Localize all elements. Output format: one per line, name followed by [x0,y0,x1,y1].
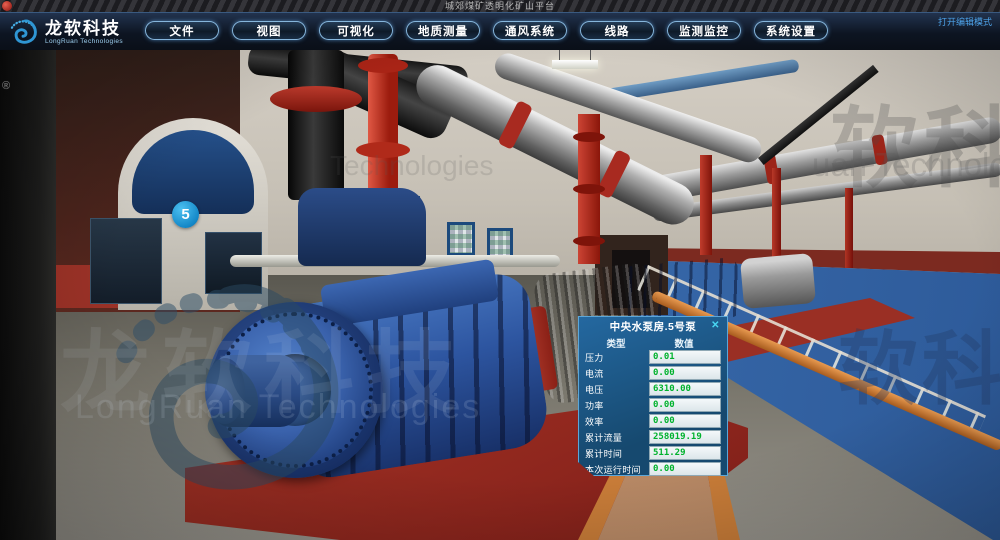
row-label: 本次运行时间 [585,463,649,476]
window-title: 城郊煤矿透明化矿山平台 [445,0,555,12]
menu-button-system-settings[interactable]: 系统设置 [754,21,828,40]
red-flange [356,142,410,158]
row-label: 功率 [585,399,649,412]
wall-control-board [487,228,513,258]
app-window: 城郊煤矿透明化矿山平台 龙软科技 LongRuan Technologies 文… [0,0,1000,540]
row-value: 258019.19 [649,430,721,444]
row-value: 511.29 [649,446,721,460]
menu-button-ventilation-system[interactable]: 通风系统 [493,21,567,40]
table-row: 本次运行时间 0.00 [585,461,721,477]
open-edit-mode-link[interactable]: 打开编辑模式 [938,15,992,28]
dragon-logo-icon [6,15,40,49]
table-row: 累计流量 258019.19 [585,429,721,445]
table-row: 效率 0.00 [585,413,721,429]
menu-button-file[interactable]: 文件 [145,21,219,40]
scene-left-dark-strip [0,50,56,540]
menu-button-geological-survey[interactable]: 地质测量 [406,21,480,40]
menu-button-monitoring[interactable]: 监测监控 [667,21,741,40]
row-label: 效率 [585,415,649,428]
brand-name: 龙软科技 [45,19,123,38]
title-bar: 城郊煤矿透明化矿山平台 [0,0,1000,12]
panel-title: 中央水泵房.5号泵 [610,321,697,333]
wall-control-board [447,222,475,256]
table-row: 电压 6310.00 [585,381,721,397]
red-dragon-icon [2,1,12,11]
red-pipe-vertical [700,155,712,255]
panel-title-row: 中央水泵房.5号泵 ✕ [585,320,721,336]
row-label: 累计流量 [585,431,649,444]
menu-items: 文件 视图 可视化 地质测量 通风系统 线路 监测监控 系统设置 [145,21,828,40]
column-header-type: 类型 [585,336,647,349]
row-value: 0.00 [649,398,721,412]
row-value: 0.00 [649,414,721,428]
menu-button-lines[interactable]: 线路 [580,21,654,40]
row-value: 0.01 [649,350,721,364]
red-flange [270,86,362,112]
red-pipe-vertical [368,54,398,194]
red-pipe-vertical [845,188,853,268]
red-flange [358,58,408,73]
table-row: 电流 0.00 [585,365,721,381]
scene-arch-navy-panel [132,130,254,214]
black-pipe-vertical [288,50,344,200]
brand-logo: 龙软科技 LongRuan Technologies [6,15,123,49]
brand-subtitle: LongRuan Technologies [45,38,123,45]
row-value: 6310.00 [649,382,721,396]
pump-badge-5[interactable]: 5 [172,201,199,228]
menu-button-view[interactable]: 视图 [232,21,306,40]
close-icon[interactable]: ✕ [711,321,720,331]
column-header-value: 数值 [647,336,721,349]
red-pipe-vertical [578,114,600,264]
row-value: 0.00 [649,462,721,476]
pump-info-panel: 中央水泵房.5号泵 ✕ 类型 数值 压力 0.01 电流 0.00 电压 631… [578,316,728,476]
table-row: 功率 0.00 [585,397,721,413]
menu-bar: 龙软科技 LongRuan Technologies 文件 视图 可视化 地质测… [0,12,1000,50]
row-label: 电流 [585,367,649,380]
scene-3d-viewport[interactable]: ® 软科技 uan Technologies 软科技 Technologies … [0,50,1000,540]
row-value: 0.00 [649,366,721,380]
table-row: 累计时间 511.29 [585,445,721,461]
watermark-top-en: Technologies [330,150,493,182]
row-label: 电压 [585,383,649,396]
table-row: 压力 0.01 [585,349,721,365]
panel-header-row: 类型 数值 [585,336,721,349]
dragon-watermark [70,245,370,540]
ceiling-lamp [552,60,598,69]
menu-button-visualization[interactable]: 可视化 [319,21,393,40]
row-label: 压力 [585,351,649,364]
distant-motor [740,253,816,309]
row-label: 累计时间 [585,447,649,460]
red-pipe-vertical [772,168,781,260]
